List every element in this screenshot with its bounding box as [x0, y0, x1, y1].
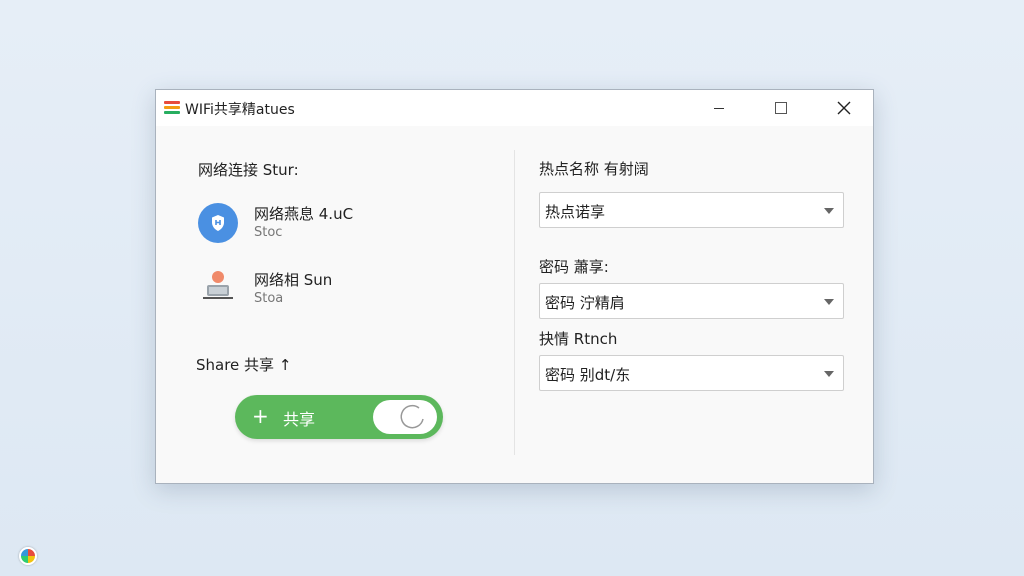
- network-item-status: Stoc: [254, 225, 283, 240]
- close-icon: [837, 101, 851, 115]
- app-window: WIFi共享精atues 网络连接 Stur: 网络燕息 4.uC Stoc 网…: [155, 89, 874, 484]
- encryption-select[interactable]: 密码 别dt/东: [539, 355, 844, 391]
- dropdown-arrow-icon: [824, 208, 834, 214]
- password-select[interactable]: 密码 泞精肩: [539, 283, 844, 319]
- network-panel: 网络连接 Stur: 网络燕息 4.uC Stoc 网络相 Sun Stoa S…: [156, 126, 514, 484]
- share-toggle-label: 共享: [283, 410, 316, 429]
- dropdown-arrow-icon: [824, 371, 834, 377]
- toggle-knob[interactable]: [373, 400, 437, 434]
- plus-icon: +: [252, 404, 269, 428]
- encryption-value: 密码 别dt/东: [545, 366, 631, 384]
- hotspot-settings-panel: 热点名称 有射阔 热点诺享 密码 蕭享: 密码 泞精肩 抉情 Rtnch 密码 …: [516, 126, 874, 484]
- dropdown-arrow-icon: [824, 299, 834, 305]
- minimize-button[interactable]: [699, 94, 739, 122]
- title-bar[interactable]: WIFi共享精atues: [156, 90, 873, 126]
- network-item-status: Stoa: [254, 291, 284, 306]
- password-label: 密码 蕭享:: [539, 258, 609, 276]
- minimize-icon: [714, 107, 724, 109]
- loading-spinner-icon: [400, 404, 424, 429]
- network-shield-icon: [198, 203, 238, 243]
- window-title: WIFi共享精atues: [185, 102, 295, 118]
- hotspot-name-select[interactable]: 热点诺享: [539, 192, 844, 228]
- user-computer-icon: [200, 269, 236, 303]
- panel-divider: [514, 150, 515, 455]
- network-item-name: 网络燕息 4.uC: [254, 205, 354, 223]
- encryption-label: 抉情 Rtnch: [539, 330, 618, 348]
- maximize-button[interactable]: [761, 94, 801, 122]
- maximize-icon: [775, 102, 787, 114]
- share-toggle-button[interactable]: + 共享: [235, 395, 443, 439]
- hotspot-name-value: 热点诺享: [545, 203, 606, 221]
- app-menu-icon: [164, 101, 180, 115]
- share-section-title: Share 共享 ↑: [196, 356, 292, 374]
- password-value: 密码 泞精肩: [545, 294, 625, 312]
- network-item-name: 网络相 Sun: [254, 271, 333, 289]
- network-section-title: 网络连接 Stur:: [198, 161, 299, 179]
- hotspot-name-label: 热点名称 有射阔: [539, 160, 649, 178]
- close-button[interactable]: [824, 94, 864, 122]
- corner-logo-icon: [19, 547, 37, 565]
